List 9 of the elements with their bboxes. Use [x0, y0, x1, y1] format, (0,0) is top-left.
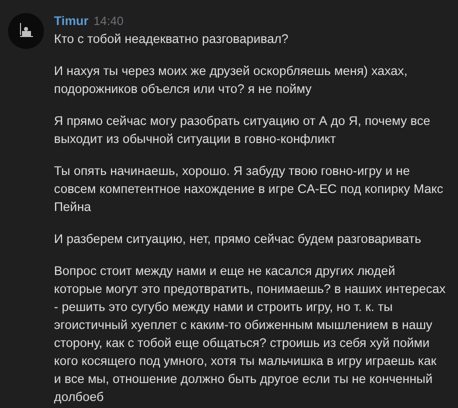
timestamp: 14:40: [94, 13, 124, 30]
username[interactable]: Timur: [54, 12, 88, 30]
message-text: Я прямо сейчас могу разобрать ситуацию от А до Я, почему все выходит из обычной ситуации в говно-конфликт: [54, 113, 432, 148]
message-text: Кто с тобой неадекватно разговаривал?: [54, 31, 290, 48]
avatar-icon[interactable]: [8, 13, 44, 49]
message-text: Вопрос стоит между нами и еще не касался других людей которые могут это предотвратить, понимаешь? в наших интересах - решить это сугубо между нами и строить игру, но т. к. ты эгоистичный хуеплет с каким-то обиженным мышлением в нашу сторону, как с тобой еще общаться? строишь из себя хуй пойми кого косящего под умного, хотя ты мальчишка в игру играешь как и все мы, отношение должно быть другое если ты не конченный долбоеб: [54, 263, 446, 406]
message-text: И нахуя ты через моих же друзей оскорбляешь меня) хахах, подорожников объелся или что? я не пойму: [54, 63, 408, 98]
message-text: И разберем ситуацию, нет, прямо сейчас будем разговаривать: [54, 231, 422, 248]
message-text: Ты опять начинаешь, хорошо. Я забуду твою говно-игру и не совсем компетентное нахождение в игре CA-EC под копирку Макс Пейна: [54, 163, 444, 216]
